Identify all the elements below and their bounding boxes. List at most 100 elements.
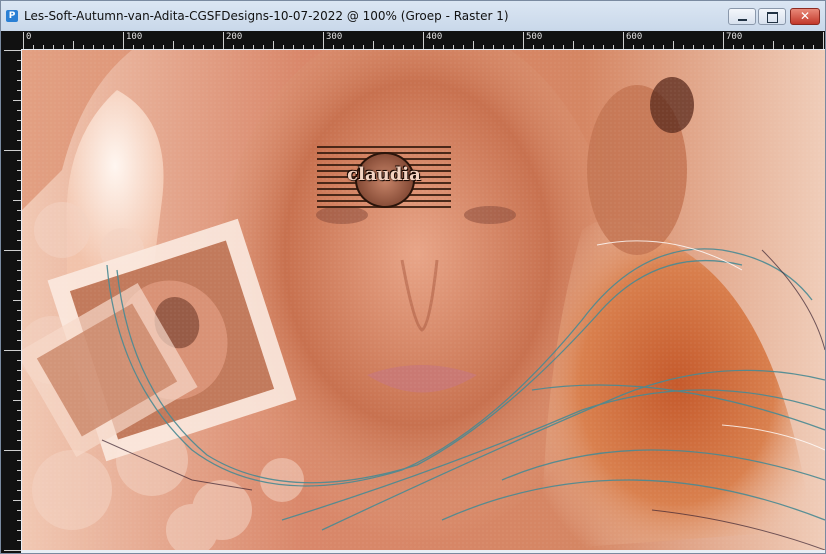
ruler-tick	[17, 230, 21, 231]
ruler-tick	[4, 50, 21, 51]
image-window[interactable]: P Les-Soft-Autumn-van-Adita-CGSFDesigns-…	[0, 0, 826, 554]
ruler-tick	[573, 41, 574, 49]
ruler-tick	[613, 45, 614, 49]
ruler-tick	[17, 490, 21, 491]
ruler-tick	[733, 45, 734, 49]
ruler-tick	[83, 45, 84, 49]
ruler-tick	[17, 270, 21, 271]
ruler-tick	[17, 70, 21, 71]
ruler-tick	[783, 45, 784, 49]
ruler-tick	[4, 250, 21, 251]
ruler-tick	[773, 41, 774, 49]
ruler-corner	[1, 31, 21, 49]
minimize-icon	[729, 9, 755, 24]
ruler-label: 0	[26, 32, 32, 42]
app-icon: P	[6, 10, 18, 22]
ruler-tick	[653, 45, 654, 49]
ruler-tick	[17, 440, 21, 441]
ruler-label: 100	[126, 32, 143, 42]
ruler-tick	[93, 45, 94, 49]
ruler-tick	[793, 45, 794, 49]
ruler-tick	[103, 45, 104, 49]
ruler-tick	[813, 45, 814, 49]
minimize-button[interactable]	[728, 8, 756, 25]
ruler-tick	[663, 45, 664, 49]
ruler-tick	[763, 45, 764, 49]
close-button[interactable]: ✕	[790, 8, 820, 25]
ruler-tick	[203, 45, 204, 49]
ruler-tick	[503, 45, 504, 49]
ruler-tick	[4, 550, 21, 551]
ruler-tick	[17, 360, 21, 361]
ruler-tick	[173, 41, 174, 49]
ruler-tick	[17, 180, 21, 181]
ruler-label: 600	[626, 32, 643, 42]
ruler-tick	[363, 45, 364, 49]
ruler-tick	[4, 350, 21, 351]
horizontal-ruler[interactable]: 0 100 200 300 400 500 600 700	[21, 31, 825, 49]
ruler-tick	[533, 45, 534, 49]
ruler-tick	[17, 520, 21, 521]
ruler-tick	[433, 45, 434, 49]
texture-overlay	[22, 50, 825, 550]
ruler-tick	[353, 45, 354, 49]
ruler-tick	[253, 45, 254, 49]
title-bar[interactable]: P Les-Soft-Autumn-van-Adita-CGSFDesigns-…	[1, 1, 825, 31]
ruler-tick	[403, 45, 404, 49]
ruler-tick	[63, 45, 64, 49]
ruler-tick	[17, 290, 21, 291]
ruler-tick	[17, 480, 21, 481]
ruler-tick	[633, 45, 634, 49]
ruler-tick	[263, 45, 264, 49]
ruler-tick	[693, 45, 694, 49]
ruler-tick	[703, 45, 704, 49]
ruler-tick	[713, 45, 714, 49]
ruler-tick	[413, 45, 414, 49]
ruler-tick	[323, 32, 324, 49]
ruler-tick	[153, 45, 154, 49]
ruler-tick	[483, 45, 484, 49]
ruler-tick	[17, 210, 21, 211]
window-title: Les-Soft-Autumn-van-Adita-CGSFDesigns-10…	[24, 9, 509, 23]
ruler-tick	[673, 41, 674, 49]
ruler-tick	[543, 45, 544, 49]
ruler-tick	[293, 45, 294, 49]
ruler-tick	[643, 45, 644, 49]
ruler-tick	[133, 45, 134, 49]
ruler-tick	[213, 45, 214, 49]
maximize-button[interactable]	[758, 8, 786, 25]
ruler-tick	[113, 45, 114, 49]
ruler-tick	[373, 41, 374, 49]
ruler-tick	[17, 170, 21, 171]
ruler-tick	[273, 41, 274, 49]
ruler-tick	[17, 320, 21, 321]
ruler-tick	[423, 32, 424, 49]
ruler-tick	[123, 32, 124, 49]
ruler-tick	[33, 45, 34, 49]
ruler-tick	[593, 45, 594, 49]
ruler-tick	[17, 110, 21, 111]
ruler-tick	[523, 32, 524, 49]
ruler-tick	[303, 45, 304, 49]
ruler-tick	[283, 45, 284, 49]
ruler-tick	[233, 45, 234, 49]
ruler-tick	[17, 460, 21, 461]
close-icon: ✕	[799, 9, 811, 23]
ruler-tick	[803, 45, 804, 49]
ruler-label: 300	[326, 32, 343, 42]
ruler-tick	[753, 45, 754, 49]
ruler-tick	[17, 90, 21, 91]
ruler-tick	[17, 370, 21, 371]
ruler-tick	[17, 280, 21, 281]
ruler-tick	[17, 390, 21, 391]
ruler-tick	[17, 260, 21, 261]
ruler-tick	[553, 45, 554, 49]
ruler-tick	[23, 32, 24, 49]
vertical-ruler[interactable]	[1, 31, 21, 553]
ruler-tick	[143, 45, 144, 49]
ruler-tick	[313, 45, 314, 49]
image-canvas[interactable]: claudia	[22, 50, 825, 550]
ruler-tick	[17, 190, 21, 191]
ruler-tick	[193, 45, 194, 49]
ruler-tick	[43, 45, 44, 49]
